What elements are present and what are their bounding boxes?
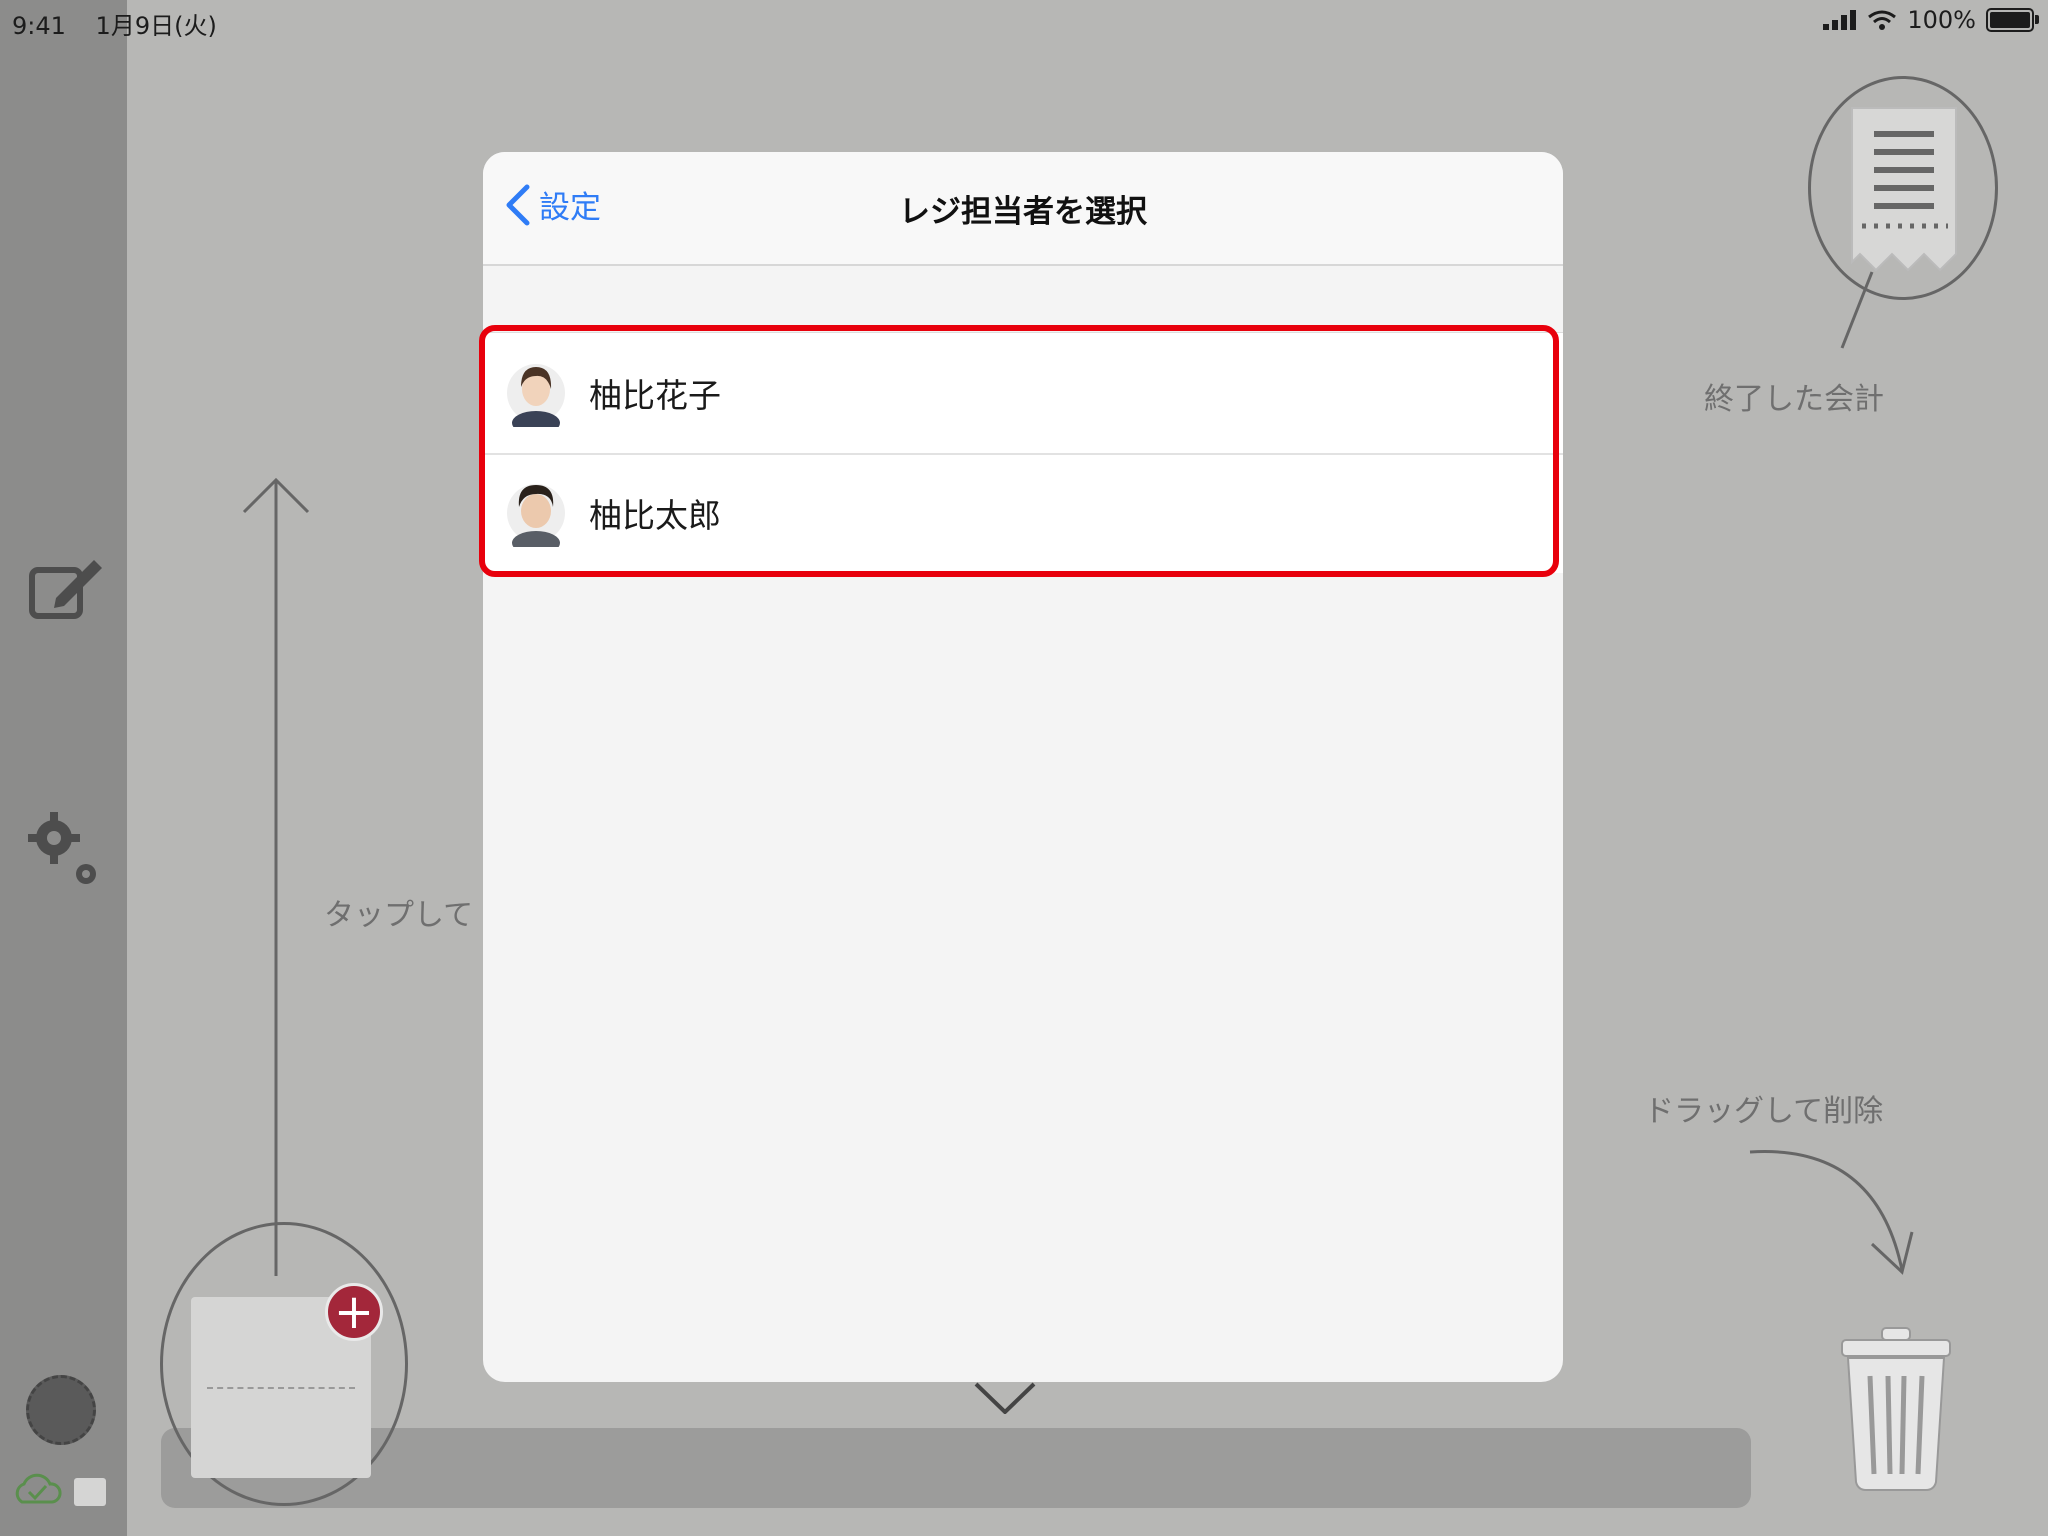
male-avatar-icon xyxy=(507,484,565,547)
status-right: 100% xyxy=(1823,6,2039,34)
settings-gear-icon[interactable] xyxy=(28,812,102,890)
curved-arrow xyxy=(1749,1150,1914,1275)
small-card-icon xyxy=(74,1478,106,1506)
cashier-select-modal: 設定 レジ担当者を選択 柚比花子 柚比太郎 xyxy=(483,152,1563,1382)
trash-icon[interactable] xyxy=(1838,1326,1954,1492)
cashier-name: 柚比太郎 xyxy=(589,496,721,535)
receipt-icon xyxy=(1851,107,1957,272)
status-left: 9:41 1月9日(火) xyxy=(12,6,239,41)
modal-title: レジ担当者を選択 xyxy=(899,194,1147,230)
cashier-list: 柚比花子 柚比太郎 xyxy=(483,332,1563,573)
compose-icon[interactable] xyxy=(28,556,106,622)
list-item-cashier[interactable]: 柚比太郎 xyxy=(483,453,1563,573)
left-sidebar xyxy=(0,0,127,1536)
battery-percent: 100% xyxy=(1907,6,1976,34)
bottom-drawer[interactable] xyxy=(161,1428,1751,1508)
add-ticket-button[interactable]: + xyxy=(325,1283,383,1341)
drag-delete-label: ドラッグして削除 xyxy=(1644,1094,1884,1129)
tap-hint-text: タップして xyxy=(324,898,474,933)
modal-nav-bar: 設定 レジ担当者を選択 xyxy=(483,152,1563,266)
cashier-name: 柚比花子 xyxy=(589,376,721,415)
status-time: 9:41 xyxy=(12,12,66,40)
up-arrow xyxy=(242,477,310,1276)
list-item-cashier[interactable]: 柚比花子 xyxy=(483,333,1563,453)
completed-receipts-label: 終了した会計 xyxy=(1704,382,1884,417)
status-dot xyxy=(26,1375,96,1445)
wifi-icon xyxy=(1868,10,1897,30)
receipt-pointer-line xyxy=(1840,271,1874,349)
down-chevron-icon xyxy=(974,1382,1036,1414)
plus-icon: + xyxy=(333,1284,375,1340)
cloud-sync-icon xyxy=(15,1473,62,1504)
status-date: 1月9日(火) xyxy=(95,12,217,40)
female-avatar-icon xyxy=(507,364,565,427)
battery-icon xyxy=(1986,8,2039,32)
status-bar: 9:41 1月9日(火) 100% xyxy=(0,0,2048,40)
signal-icon xyxy=(1823,10,1857,30)
